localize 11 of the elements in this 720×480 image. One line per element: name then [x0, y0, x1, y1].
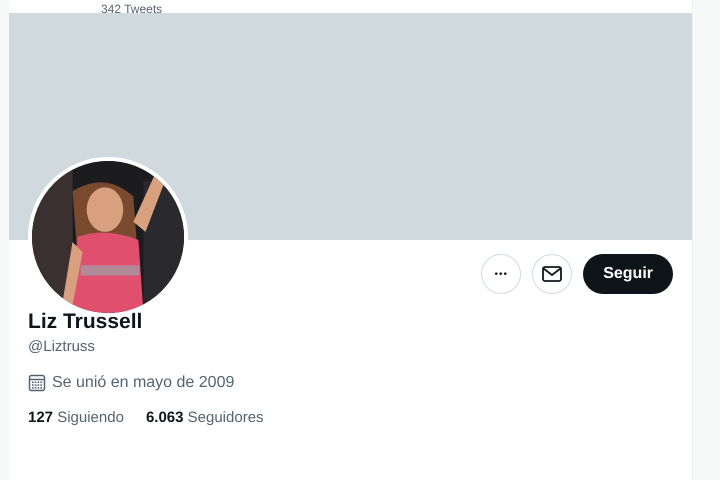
follow-button[interactable]: Seguir — [583, 254, 673, 294]
more-button[interactable]: ••• — [481, 254, 522, 294]
message-button[interactable] — [532, 254, 572, 294]
tweet-count: 342 Tweets — [101, 3, 162, 16]
mail-icon — [542, 266, 562, 282]
profile-name: Liz Trussell — [28, 310, 144, 334]
join-date: Se unió en mayo de 2009 — [52, 374, 234, 392]
stat-link[interactable]: 6.063 Seguidores — [146, 409, 264, 426]
stat-link[interactable]: 127 Siguiendo — [28, 409, 124, 426]
profile-handle: @Liztruss — [28, 338, 96, 355]
calendar-icon — [28, 374, 46, 392]
